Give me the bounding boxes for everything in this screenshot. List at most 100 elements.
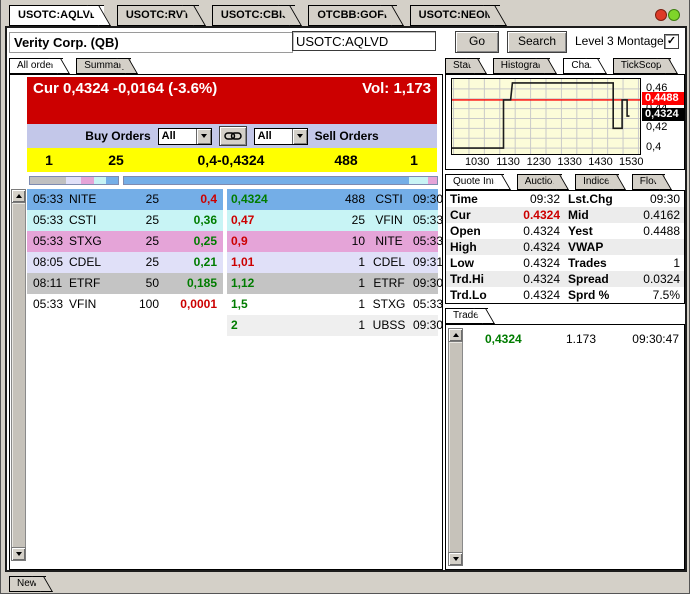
tab-all-orders[interactable]: All orders bbox=[9, 58, 64, 74]
level3-montage-checkbox[interactable]: ✓ bbox=[664, 34, 679, 49]
table-row: Time 09:32 Lst.Chg 09:30 bbox=[446, 191, 684, 207]
tab-quote-info[interactable]: Quote Info bbox=[445, 174, 504, 190]
order-size: 25 bbox=[145, 213, 159, 227]
tab-usotc-aqlvd[interactable]: USOTC:AQLVD bbox=[9, 5, 104, 26]
quote-value: 0.4324 bbox=[523, 224, 560, 238]
order-mm: NITE bbox=[375, 234, 403, 248]
table-row[interactable]: 05:33 CSTI 25 0,36 bbox=[27, 210, 223, 231]
sell-filter-select[interactable]: All bbox=[253, 127, 308, 145]
scroll-down-button[interactable] bbox=[448, 552, 463, 566]
tab-label: USOTC:CBIS bbox=[220, 9, 290, 21]
order-price: 0,36 bbox=[193, 213, 217, 227]
scroll-down-button[interactable] bbox=[11, 547, 26, 561]
order-time: 09:31 bbox=[413, 255, 444, 269]
quote-label: Mid bbox=[568, 208, 589, 222]
tab-histogram[interactable]: Histogram bbox=[492, 58, 551, 74]
table-row: Low 0.4324 Trades 1 bbox=[446, 255, 684, 271]
tab-news[interactable]: News bbox=[9, 576, 47, 592]
bid-size: 25 bbox=[108, 152, 124, 168]
order-mm: NITE bbox=[69, 192, 97, 206]
table-row[interactable]: 08:11 ETRF 50 0,185 bbox=[27, 273, 223, 294]
tab-usotc-neom[interactable]: USOTC:NEOM bbox=[409, 5, 500, 26]
tab-label: Indices bbox=[583, 176, 615, 187]
chevron-down-icon bbox=[200, 134, 207, 141]
buy-filter-select[interactable]: All bbox=[157, 127, 212, 145]
bid-mm-count: 1 bbox=[45, 152, 53, 168]
scrollbar-track[interactable] bbox=[11, 203, 26, 547]
order-price: 0,4324 bbox=[231, 192, 268, 206]
order-mm: CSTI bbox=[375, 192, 403, 206]
tab-label: Flow bbox=[639, 176, 661, 187]
buy-filter-dropdown-button[interactable] bbox=[195, 128, 211, 144]
tab-label: USOTC:NEOM bbox=[418, 9, 494, 21]
tab-trades[interactable]: Trades bbox=[445, 308, 488, 324]
tab-indices[interactable]: Indices bbox=[575, 174, 619, 190]
order-book-scrollbar[interactable] bbox=[11, 189, 26, 561]
banner-current-price: Cur 0,4324 -0,0164 (-3.6%) bbox=[33, 80, 218, 97]
symbol-input[interactable] bbox=[292, 31, 436, 51]
depth-segment bbox=[94, 177, 106, 184]
search-button[interactable]: Search bbox=[507, 31, 567, 53]
table-row[interactable]: 05:33 STXG 25 0,25 bbox=[27, 231, 223, 252]
scroll-up-button[interactable] bbox=[11, 189, 26, 203]
order-size: 25 bbox=[351, 213, 365, 227]
symbol-tab-bar: USOTC:AQLVD USOTC:RVTI USOTC:CBIS OTCBB:GOF… bbox=[9, 5, 513, 26]
x-axis-tick-label: 1130 bbox=[496, 156, 520, 168]
table-row[interactable]: 1,5 1 STXG 05:33 bbox=[227, 294, 443, 315]
trades-scrollbar[interactable] bbox=[448, 328, 463, 566]
table-row[interactable]: 2 1 UBSS 09:30 bbox=[227, 315, 443, 336]
company-name-field: Verity Corp. (QB) bbox=[9, 32, 293, 53]
table-row[interactable]: 1,12 1 ETRF 09:30 bbox=[227, 273, 443, 294]
order-price: 0,185 bbox=[186, 276, 217, 290]
sell-filter-dropdown-button[interactable] bbox=[291, 128, 307, 144]
chart-tab-bar: Stats Histogram Chart TickScope bbox=[445, 58, 684, 74]
tab-chart[interactable]: Chart bbox=[563, 58, 600, 74]
triangle-up-icon bbox=[15, 191, 22, 198]
tab-label: Auction bbox=[524, 176, 559, 187]
trades-list: 0,4324 1.173 09:30:47 bbox=[463, 325, 684, 347]
quote-value: 09:32 bbox=[529, 192, 560, 206]
link-filters-button[interactable] bbox=[218, 126, 247, 146]
table-row[interactable]: 0,4324 488 CSTI 09:30 bbox=[227, 189, 443, 210]
table-row[interactable]: 05:33 VFIN 100 0,0001 bbox=[27, 294, 223, 315]
order-mm: VFIN bbox=[375, 213, 403, 227]
scrollbar-track[interactable] bbox=[448, 342, 463, 552]
order-price: 0,25 bbox=[193, 234, 217, 248]
quote-value: 0.4324 bbox=[523, 288, 560, 302]
order-time: 05:33 bbox=[33, 192, 64, 206]
table-row[interactable]: 0,47 25 VFIN 05:33 bbox=[227, 210, 443, 231]
sell-filter-value: All bbox=[257, 129, 272, 142]
ask-mm-count: 1 bbox=[410, 152, 418, 168]
tab-otcbb-goff[interactable]: OTCBB:GOFF bbox=[308, 5, 397, 26]
table-row[interactable]: 05:33 NITE 25 0,4 bbox=[27, 189, 223, 210]
x-axis-tick-label: 1530 bbox=[619, 156, 644, 168]
buy-depth-bar bbox=[29, 176, 119, 185]
order-mm: ETRF bbox=[69, 276, 101, 290]
tab-usotc-cbis[interactable]: USOTC:CBIS bbox=[211, 5, 296, 26]
quote-label: VWAP bbox=[568, 240, 604, 254]
tab-usotc-rvti[interactable]: USOTC:RVTI bbox=[116, 5, 199, 26]
table-row[interactable]: 0,9 10 NITE 05:33 bbox=[227, 231, 443, 252]
bid-ask-price-range: 0,4-0,4324 bbox=[197, 152, 265, 168]
tab-tickscope[interactable]: TickScope bbox=[612, 58, 672, 74]
tab-flow[interactable]: Flow bbox=[631, 174, 665, 190]
quote-value: 0.4488 bbox=[643, 224, 680, 238]
table-row: Cur 0.4324 Mid 0.4162 bbox=[446, 207, 684, 223]
quote-value: 0.4162 bbox=[643, 208, 680, 222]
tab-summary[interactable]: Summary bbox=[76, 58, 132, 74]
table-row[interactable]: 1,01 1 CDEL 09:31 bbox=[227, 252, 443, 273]
trades-list-panel: 0,4324 1.173 09:30:47 bbox=[445, 324, 685, 570]
order-time: 08:11 bbox=[33, 276, 63, 290]
quote-value: 09:30 bbox=[649, 192, 680, 206]
x-axis-tick-label: 1330 bbox=[557, 156, 582, 168]
buy-orders-label: Buy Orders bbox=[85, 129, 151, 143]
tab-label: Trades bbox=[453, 310, 484, 321]
quote-label: Trd.Lo bbox=[450, 288, 487, 302]
table-row[interactable]: 08:05 CDEL 25 0,21 bbox=[27, 252, 223, 273]
scroll-up-button[interactable] bbox=[448, 328, 463, 342]
order-price: 2 bbox=[231, 318, 238, 332]
triangle-down-icon bbox=[452, 557, 459, 564]
go-button[interactable]: Go bbox=[455, 31, 499, 53]
tab-stats[interactable]: Stats bbox=[445, 58, 480, 74]
tab-auction[interactable]: Auction bbox=[516, 174, 563, 190]
